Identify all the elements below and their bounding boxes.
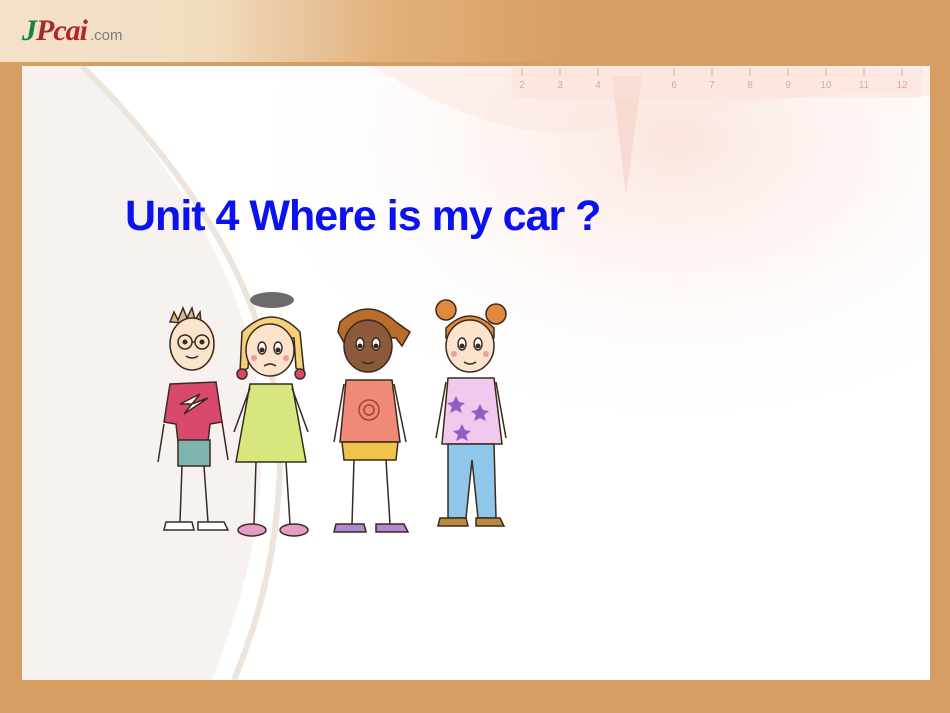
slide: JPcai .com 2 3 4 6 7 8 9 10 11 12 Unit 4…	[0, 0, 950, 713]
ruler-tick-label: 10	[820, 80, 832, 91]
ruler-tick-label: 4	[595, 80, 601, 91]
ruler-tick-label: 6	[671, 80, 677, 91]
logo-letters-cai: cai	[53, 14, 88, 47]
ruler-tick-label: 2	[519, 80, 525, 91]
ruler-tick-label: 9	[785, 80, 791, 91]
storm-cloud	[250, 292, 294, 308]
ruler-tick-label: 3	[557, 80, 563, 91]
kid-girl-braids	[233, 316, 309, 537]
ruler-tick-label: 7	[709, 80, 715, 91]
logo-letter-j: J	[22, 14, 37, 47]
ruler-tick-label: 11	[859, 80, 870, 91]
background-ruler: 2 3 4 6 7 8 9 10 11 12	[512, 68, 922, 98]
header-bar: JPcai .com	[0, 0, 950, 62]
slide-content-panel: 2 3 4 6 7 8 9 10 11 12 Unit 4 Where is m…	[22, 66, 930, 680]
logo-letter-p: P	[36, 14, 54, 47]
jpcai-logo[interactable]: JPcai .com	[22, 14, 123, 50]
logo-domain-suffix: .com	[89, 27, 123, 44]
kid-boy-glasses	[157, 305, 230, 531]
kid-girl-buns	[435, 299, 507, 527]
logo-mark: JPcai	[22, 14, 88, 48]
slide-title: Unit 4 Where is my car ?	[125, 192, 601, 240]
kid-girl-pigtails	[333, 308, 411, 533]
children-illustration	[157, 292, 507, 537]
ruler-tick-label: 8	[747, 80, 753, 91]
ruler-tick-label: 12	[896, 80, 908, 91]
